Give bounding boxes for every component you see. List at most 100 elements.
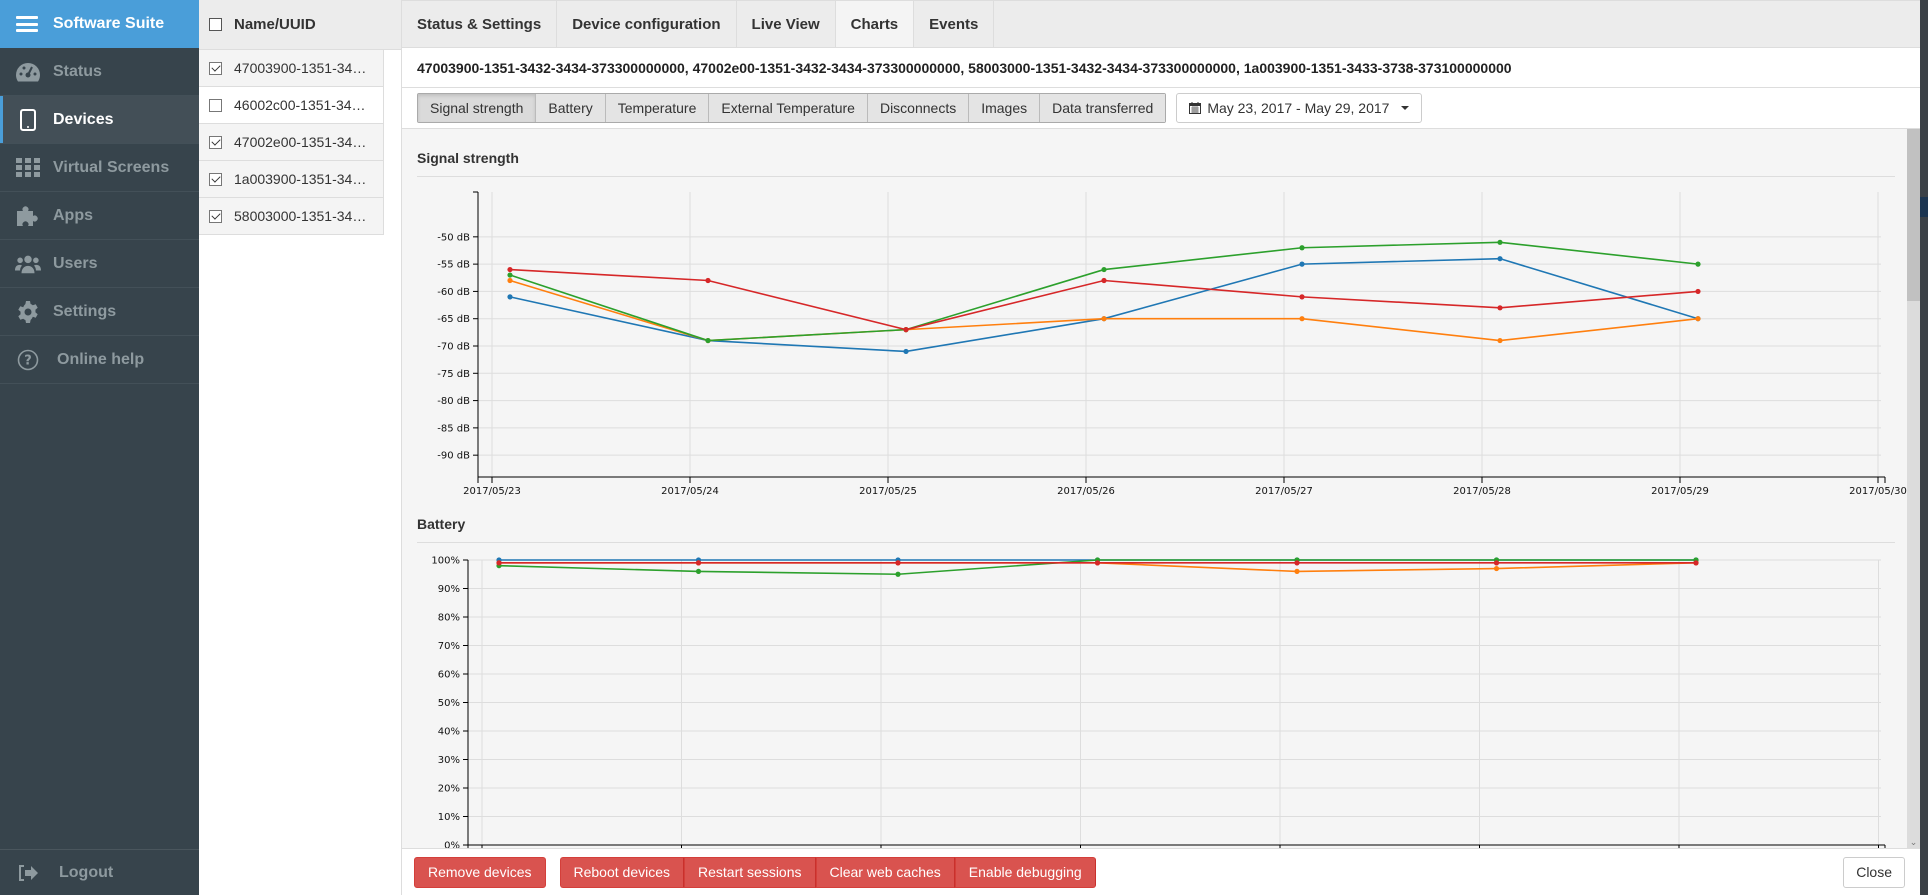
vertical-scrollbar[interactable]: ⌄ — [1907, 129, 1920, 848]
data-point-green[interactable] — [1101, 266, 1107, 273]
data-point-red[interactable] — [496, 560, 502, 566]
svg-text:?: ? — [24, 353, 32, 368]
device-row[interactable]: 47003900-1351-34… — [199, 50, 384, 87]
data-point-red[interactable] — [1294, 560, 1300, 566]
tab-charts[interactable]: Charts — [835, 1, 915, 47]
data-point-orange[interactable] — [1493, 565, 1500, 572]
chart-button-images[interactable]: Images — [969, 94, 1041, 122]
chart-button-data-transferred[interactable]: Data transferred — [1040, 94, 1166, 122]
data-point-red[interactable] — [903, 327, 909, 333]
sidebar-item-apps[interactable]: Apps — [0, 192, 199, 240]
chart-button-battery[interactable]: Battery — [536, 94, 606, 122]
tab-status-settings[interactable]: Status & Settings — [402, 1, 558, 47]
data-point-green[interactable] — [1299, 245, 1305, 251]
data-point-red[interactable] — [695, 560, 702, 566]
device-row[interactable]: 46002c00-1351-34… — [199, 87, 384, 124]
data-point-blue[interactable] — [1299, 261, 1305, 267]
divider — [417, 542, 1895, 543]
sidebar-item-label: Status — [53, 62, 102, 80]
device-checkbox[interactable] — [209, 61, 222, 75]
clear-web-caches-button[interactable]: Clear web caches — [815, 856, 955, 888]
tab-device-configuration[interactable]: Device configuration — [557, 1, 737, 47]
chart-button-external-temperature[interactable]: External Temperature — [709, 94, 868, 122]
data-point-green[interactable] — [1497, 239, 1503, 245]
device-checkbox[interactable] — [209, 98, 222, 112]
scrollbar-thumb[interactable] — [1907, 129, 1920, 301]
logout-button[interactable]: Logout — [0, 849, 199, 895]
device-row[interactable]: 47002e00-1351-34… — [199, 124, 384, 161]
x-tick-label: 2017/05/30 — [1849, 486, 1907, 497]
data-point-red[interactable] — [1497, 305, 1503, 311]
detail-tabs: Status & Settings Device configuration Liv… — [402, 0, 1920, 48]
data-point-green[interactable] — [507, 272, 513, 278]
y-tick-label: 10% — [438, 812, 460, 823]
gear-icon — [15, 300, 41, 323]
data-point-red[interactable] — [1101, 277, 1107, 284]
data-point-orange[interactable] — [1101, 316, 1107, 322]
reboot-devices-button[interactable]: Reboot devices — [559, 856, 685, 888]
data-point-blue[interactable] — [507, 294, 513, 300]
data-point-red[interactable] — [1493, 560, 1500, 566]
y-tick-label: 100% — [431, 556, 460, 567]
device-checkbox[interactable] — [209, 135, 222, 149]
signal-strength-chart: -50 dB -55 dB -60 dB -65 dB -70 dB -75 dB -80 … — [437, 191, 1907, 497]
y-tick-label: 40% — [438, 727, 460, 738]
chart-button-signal-strength[interactable]: Signal strength — [418, 94, 537, 122]
y-tick-label: 70% — [438, 641, 460, 652]
data-point-blue[interactable] — [903, 348, 909, 355]
data-point-blue[interactable] — [1497, 256, 1503, 262]
users-icon — [15, 253, 41, 275]
charts-scroll-area[interactable]: Signal strength -50 dB -55 dB -60 dB -65 dB… — [402, 129, 1920, 848]
sidebar-item-devices[interactable]: Devices — [0, 96, 199, 144]
data-point-green[interactable] — [705, 337, 711, 344]
data-point-green[interactable] — [1695, 261, 1701, 267]
select-all-checkbox[interactable] — [209, 18, 222, 31]
data-point-orange[interactable] — [1299, 316, 1305, 322]
date-range-picker[interactable]: May 23, 2017 - May 29, 2017 — [1176, 93, 1423, 123]
data-point-orange[interactable] — [507, 277, 513, 284]
scroll-down-arrow-icon[interactable]: ⌄ — [1909, 838, 1918, 847]
brand-header[interactable]: Software Suite — [0, 0, 199, 48]
app-title: Software Suite — [53, 15, 165, 32]
chart-toolbar: Signal strength Battery Temperature Externa… — [402, 88, 1920, 129]
data-point-red[interactable] — [1094, 560, 1101, 566]
sidebar-item-label: Users — [53, 254, 98, 272]
data-point-red[interactable] — [1695, 288, 1701, 295]
x-tick-label: 2017/05/29 — [1651, 486, 1709, 497]
data-point-orange[interactable] — [1695, 316, 1701, 322]
tab-events[interactable]: Events — [914, 1, 995, 47]
restart-sessions-button[interactable]: Restart sessions — [684, 856, 816, 888]
sidebar-item-settings[interactable]: Settings — [0, 288, 199, 336]
data-point-red[interactable] — [1299, 294, 1305, 300]
data-point-red[interactable] — [895, 560, 901, 566]
chart-button-temperature[interactable]: Temperature — [605, 94, 710, 122]
enable-debugging-button[interactable]: Enable debugging — [954, 856, 1096, 888]
y-tick-label: -90 dB — [437, 451, 470, 462]
data-point-red[interactable] — [1693, 560, 1699, 566]
y-tick-label: -80 dB — [437, 396, 470, 407]
sidebar-item-virtual-screens[interactable]: Virtual Screens — [0, 144, 199, 192]
sidebar-item-online-help[interactable]: ? Online help — [0, 336, 199, 384]
hamburger-menu-icon[interactable] — [16, 16, 38, 32]
chart-button-disconnects[interactable]: Disconnects — [867, 94, 970, 122]
device-row[interactable]: 1a003900-1351-34… — [199, 161, 384, 198]
data-point-red[interactable] — [705, 277, 711, 284]
x-tick-label: 2017/05/23 — [463, 486, 521, 497]
data-point-red[interactable] — [507, 266, 513, 273]
data-point-green[interactable] — [895, 571, 901, 577]
y-tick-label: -65 dB — [437, 314, 470, 325]
sidebar-item-status[interactable]: Status — [0, 48, 199, 96]
sidebar-item-users[interactable]: Users — [0, 240, 199, 288]
data-point-green[interactable] — [695, 568, 702, 574]
device-checkbox[interactable] — [209, 172, 222, 186]
data-point-orange[interactable] — [1497, 337, 1503, 344]
chart-type-buttons: Signal strength Battery Temperature Externa… — [417, 93, 1167, 123]
data-point-orange[interactable] — [1294, 568, 1300, 574]
close-button[interactable]: Close — [1843, 856, 1905, 888]
device-checkbox[interactable] — [209, 209, 222, 223]
device-uuid: 47003900-1351-34… — [234, 60, 367, 76]
tab-live-view[interactable]: Live View — [737, 1, 836, 47]
remove-devices-button[interactable]: Remove devices — [414, 856, 546, 888]
device-row[interactable]: 58003000-1351-34… — [199, 198, 384, 235]
y-tick-label: -55 dB — [437, 260, 470, 271]
